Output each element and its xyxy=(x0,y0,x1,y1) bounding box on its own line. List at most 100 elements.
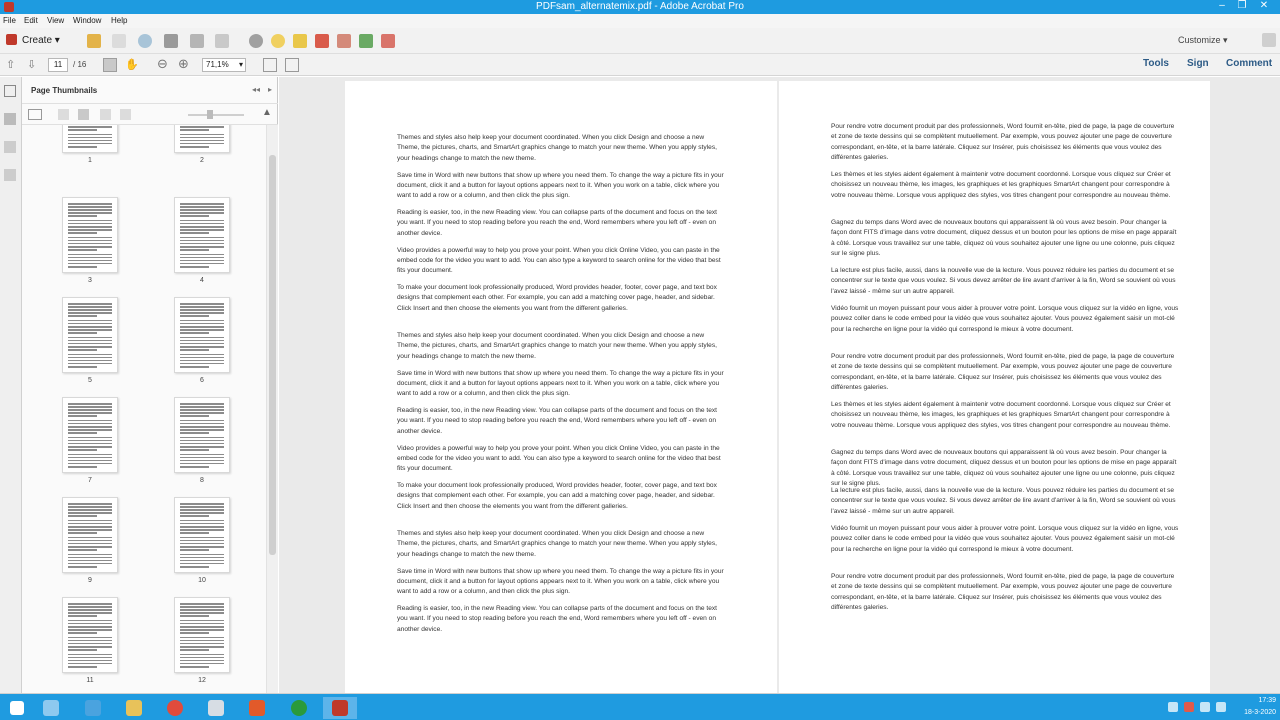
document-paragraph: Save time in Word with new buttons that … xyxy=(397,171,724,200)
zoom-field[interactable]: 71,1% ▾ xyxy=(202,58,246,72)
rotate-ccw-icon[interactable] xyxy=(120,109,131,120)
antivirus-tray-icon[interactable] xyxy=(1184,702,1194,712)
menu-file[interactable]: File xyxy=(3,14,16,28)
page-thumbnail[interactable]: 12 xyxy=(174,597,230,684)
signatures-icon[interactable] xyxy=(4,169,16,181)
user-icon[interactable] xyxy=(199,697,233,719)
document-view[interactable]: Themes and styles also help keep your do… xyxy=(279,77,1280,693)
thumbnail-page-preview xyxy=(62,597,118,673)
create-button[interactable]: Create ▾ xyxy=(6,33,60,49)
options-menu-icon[interactable] xyxy=(28,109,42,120)
thumbnail-page-number: 6 xyxy=(200,377,204,384)
thumbnail-size-slider[interactable] xyxy=(188,114,244,116)
create-pdf-icon xyxy=(6,34,17,45)
cloud-icon[interactable] xyxy=(138,34,152,48)
page-thumbnail[interactable]: 7 xyxy=(62,397,118,484)
document-paragraph: Video provides a powerful way to help yo… xyxy=(397,246,721,275)
comment-bubble-icon[interactable] xyxy=(271,34,285,48)
scroll-up-icon[interactable]: ▲ xyxy=(262,107,272,118)
page-thumbnail[interactable]: 10 xyxy=(174,497,230,584)
email-icon[interactable] xyxy=(215,34,229,48)
navigation-pane-rail xyxy=(0,77,22,693)
insert-pages-icon[interactable] xyxy=(359,34,373,48)
minimize-icon[interactable]: – xyxy=(1212,0,1232,14)
page-thumbnail[interactable]: 6 xyxy=(174,297,230,384)
gear-icon[interactable] xyxy=(249,34,263,48)
slider-handle[interactable] xyxy=(207,110,213,119)
replace-pages-icon[interactable] xyxy=(381,34,395,48)
task-view-icon[interactable] xyxy=(34,697,68,719)
insert-page-icon[interactable] xyxy=(58,109,69,120)
page-thumbnail[interactable]: 3 xyxy=(62,197,118,284)
edit-icon[interactable] xyxy=(190,34,204,48)
hand-tool-icon[interactable]: ✋ xyxy=(125,58,139,72)
scrollbar-thumb[interactable] xyxy=(269,155,276,555)
fit-page-icon[interactable] xyxy=(263,58,277,72)
open-folder-icon[interactable] xyxy=(87,34,101,48)
page-total: / 16 xyxy=(73,60,87,69)
fit-width-icon[interactable] xyxy=(285,58,299,72)
acrobat-taskbar-icon[interactable] xyxy=(323,697,357,719)
collapse-panel-icon[interactable]: ◂◂ xyxy=(252,85,260,94)
page-number-input[interactable]: 11 xyxy=(48,58,68,72)
show-hidden-icons[interactable] xyxy=(1168,702,1178,712)
tools-pane-link[interactable]: Tools xyxy=(1143,58,1169,69)
next-page-icon[interactable]: ⇩ xyxy=(27,58,41,72)
extract-icon[interactable] xyxy=(337,34,351,48)
customize-dropdown[interactable]: Customize ▾ xyxy=(1178,35,1228,46)
close-icon[interactable]: ✕ xyxy=(1254,0,1274,14)
refresh-app-icon[interactable] xyxy=(282,697,316,719)
document-paragraph: To make your document look professionall… xyxy=(397,284,717,312)
media-player-icon[interactable] xyxy=(240,697,274,719)
thumbnail-page-number: 9 xyxy=(88,577,92,584)
document-paragraph: Vidéo fournit un moyen puissant pour vou… xyxy=(831,525,1179,553)
expand-icon[interactable] xyxy=(1262,33,1276,47)
zoom-value: 71,1% xyxy=(206,60,229,69)
page-thumbnail[interactable]: 8 xyxy=(174,397,230,484)
redact-icon[interactable] xyxy=(315,34,329,48)
document-paragraph: Themes and styles also help keep your do… xyxy=(397,332,717,360)
start-windows-icon[interactable] xyxy=(0,697,34,719)
comment-pane-link[interactable]: Comment xyxy=(1226,58,1272,69)
menu-help[interactable]: Help xyxy=(111,14,127,28)
thumbnail-scrollbar[interactable] xyxy=(266,125,278,693)
rotate-page-icon[interactable] xyxy=(100,109,111,120)
file-explorer-icon[interactable] xyxy=(76,697,110,719)
thumbnail-page-number: 3 xyxy=(88,277,92,284)
maximize-icon[interactable]: ❐ xyxy=(1232,0,1252,14)
clock[interactable]: 17:39 18-3-2020 xyxy=(1240,695,1276,719)
zoom-out-icon[interactable]: ⊖ xyxy=(157,57,171,72)
select-tool-icon[interactable] xyxy=(103,58,117,72)
chrome-icon[interactable] xyxy=(158,697,192,719)
menu-view[interactable]: View xyxy=(47,14,64,28)
panel-menu-icon[interactable]: ▸ xyxy=(268,85,272,94)
page-thumbnail[interactable]: 5 xyxy=(62,297,118,384)
delete-page-icon[interactable] xyxy=(78,109,89,120)
print-icon[interactable] xyxy=(164,34,178,48)
page-thumbnails-icon[interactable] xyxy=(4,85,16,97)
page-thumbnail[interactable]: 2 xyxy=(174,125,230,164)
network-icon[interactable] xyxy=(1200,702,1210,712)
thumbnail-page-preview xyxy=(62,497,118,573)
previous-page-icon[interactable]: ⇧ xyxy=(6,58,20,72)
thumbnail-page-preview xyxy=(62,297,118,373)
document-paragraph: To make your document look professionall… xyxy=(397,482,717,510)
highlight-icon[interactable] xyxy=(293,34,307,48)
bookmarks-icon[interactable] xyxy=(4,113,16,125)
page-thumbnail[interactable]: 1 xyxy=(62,125,118,164)
page-thumbnail[interactable]: 9 xyxy=(62,497,118,584)
folder-icon[interactable] xyxy=(117,697,151,719)
customize-label: Customize xyxy=(1178,35,1221,45)
zoom-in-icon[interactable]: ⊕ xyxy=(178,57,192,72)
volume-icon[interactable] xyxy=(1216,702,1226,712)
save-icon[interactable] xyxy=(112,34,126,48)
sign-pane-link[interactable]: Sign xyxy=(1187,58,1209,69)
menu-edit[interactable]: Edit xyxy=(24,14,38,28)
menu-window[interactable]: Window xyxy=(73,14,101,28)
page-thumbnail[interactable]: 11 xyxy=(62,597,118,684)
document-paragraph: Vidéo fournit un moyen puissant pour vou… xyxy=(831,305,1179,333)
attachments-icon[interactable] xyxy=(4,141,16,153)
document-paragraph: Reading is easier, too, in the new Readi… xyxy=(397,605,718,633)
document-paragraph: Save time in Word with new buttons that … xyxy=(397,369,724,398)
page-thumbnail[interactable]: 4 xyxy=(174,197,230,284)
